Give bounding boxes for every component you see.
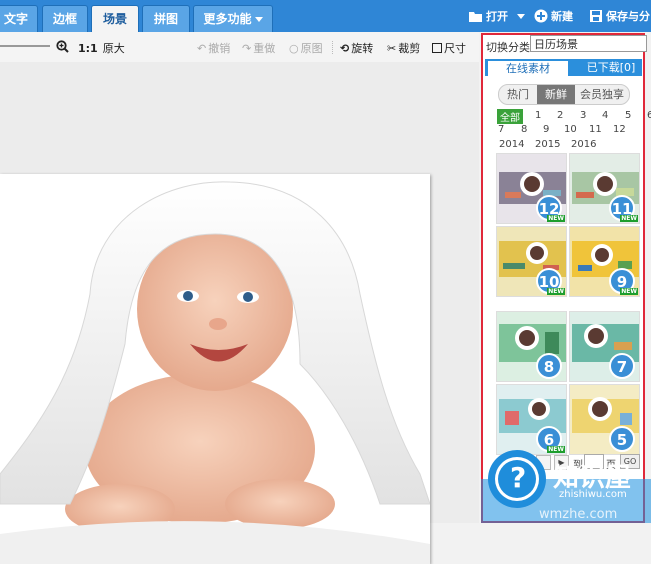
tab-text[interactable]: 文字 [0,5,38,32]
template-thumbnail[interactable]: 8 [496,311,567,382]
filter-new[interactable]: 新鲜 [537,85,575,104]
month-4[interactable]: 4 [602,110,608,121]
zoom-in-icon[interactable] [56,40,69,53]
month-3[interactable]: 3 [580,110,586,121]
canvas-area [0,62,479,564]
filter-all[interactable]: 全部 [497,109,523,124]
month-8[interactable]: 8 [521,124,527,135]
template-thumbnail[interactable]: 5 [569,384,640,455]
month-10[interactable]: 10 [564,124,577,135]
tab-more-functions[interactable]: 更多功能 [193,5,273,32]
month-5[interactable]: 5 [625,110,631,121]
size-button[interactable]: 尺寸 [432,40,466,56]
toolbar: 1:1 原大 ↶ 撤销 ↷ 重做 ○ 原图 ⟲ 旋转 ✂ 裁剪 尺寸 [0,32,479,62]
tab-online-materials[interactable]: 在线素材 [488,61,568,76]
template-thumbnail[interactable]: 7 [569,311,640,382]
chevron-down-icon [254,17,263,22]
month-6[interactable]: 6 [647,110,651,121]
year-2015[interactable]: 2015 [535,139,560,150]
new-badge: NEW [620,288,638,295]
crop-button[interactable]: ✂ 裁剪 [387,40,420,56]
month-7[interactable]: 7 [498,124,504,135]
source-tabs: 在线素材 已下载[0] [485,59,642,76]
category-select[interactable]: 日历场景 [530,35,647,52]
open-button[interactable]: 打开 [468,8,525,24]
tab-frame[interactable]: 边框 [42,5,88,32]
rotate-button[interactable]: ⟲ 旋转 [340,40,373,56]
watermark-url: wmzhe.com [539,507,618,522]
filter-vip[interactable]: 会员独享 [575,85,629,104]
template-thumbnail[interactable]: 9 NEW [569,226,640,297]
new-badge: NEW [620,215,638,222]
top-bar: 文字 边框 场景 拼图 更多功能 打开 新建 保存与分 [0,0,651,32]
resize-icon [432,43,442,53]
filter-hot[interactable]: 热门 [499,85,537,104]
new-button[interactable]: 新建 [534,8,573,24]
template-thumbnail[interactable]: 11 NEW [569,153,640,224]
template-thumbnail[interactable]: 12 NEW [496,153,567,224]
year-2016[interactable]: 2016 [571,139,596,150]
category-label: 切换分类 [486,41,530,54]
redo-icon: ↷ [242,41,252,55]
tab-scene[interactable]: 场景 [91,5,139,32]
month-12[interactable]: 12 [613,124,626,135]
folder-icon [469,11,482,22]
save-icon [590,10,602,22]
redo-button[interactable]: ↷ 重做 [242,40,275,56]
rotate-icon: ⟲ [340,41,350,55]
template-thumbnail[interactable]: 6 NEW [496,384,567,455]
question-mark-icon: ? [510,461,527,494]
filter-toggle: 热门 新鲜 会员独享 [498,84,630,105]
tab-downloaded[interactable]: 已下载[0] [581,59,641,76]
watermark-domain: zhishiwu.com [559,489,627,500]
zoom-slider[interactable] [0,45,50,47]
new-badge: NEW [547,288,565,295]
year-2014[interactable]: 2014 [499,139,524,150]
toolbar-divider [332,41,334,54]
scissors-icon: ✂ [387,41,397,55]
circle-icon: ○ [289,41,299,55]
chevron-down-icon [517,13,525,19]
month-11[interactable]: 11 [589,124,602,135]
month-2[interactable]: 2 [557,110,563,121]
plus-circle-icon [534,9,548,23]
actual-size-button[interactable]: 1:1 原大 [78,40,125,56]
original-image-button[interactable]: ○ 原图 [289,40,323,56]
watermark: ? 知识屋 zhishiwu.com wmzhe.com [481,449,651,523]
save-share-button[interactable]: 保存与分 [589,8,650,24]
new-badge: NEW [547,215,565,222]
photo-baby-towel[interactable] [0,174,430,564]
month-9[interactable]: 9 [543,124,549,135]
undo-icon: ↶ [197,41,207,55]
tab-collage[interactable]: 拼图 [142,5,190,32]
month-1[interactable]: 1 [535,110,541,121]
undo-button[interactable]: ↶ 撤销 [197,40,230,56]
template-thumbnail[interactable]: 10 NEW [496,226,567,297]
